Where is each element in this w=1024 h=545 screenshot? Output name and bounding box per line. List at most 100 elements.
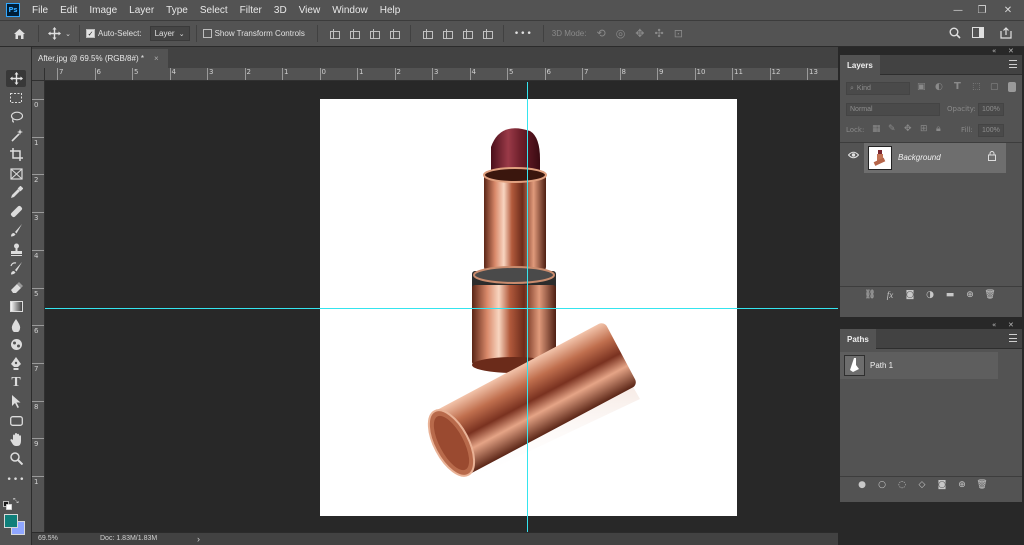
layer-name[interactable]: Background bbox=[898, 153, 941, 162]
3d-pan-icon[interactable]: ✥ bbox=[635, 27, 644, 40]
auto-select-checkbox[interactable]: ✓ bbox=[86, 29, 95, 38]
layer-filter-kind[interactable]: ⌕ Kind bbox=[846, 82, 910, 95]
eraser-tool-icon[interactable] bbox=[6, 279, 26, 296]
menu-file[interactable]: File bbox=[26, 5, 54, 16]
fill-path-icon[interactable]: ● bbox=[852, 480, 872, 490]
share-icon[interactable] bbox=[1000, 27, 1012, 39]
path-row[interactable]: Path 1 bbox=[840, 352, 998, 379]
menu-select[interactable]: Select bbox=[194, 5, 234, 16]
blend-mode-dropdown[interactable]: Normal bbox=[846, 103, 940, 116]
filter-smart-object-icon[interactable]: ▢ bbox=[990, 82, 999, 92]
type-tool-icon[interactable]: T bbox=[6, 374, 26, 391]
zoom-tool-icon[interactable] bbox=[6, 450, 26, 467]
hand-tool-icon[interactable] bbox=[6, 431, 26, 448]
clone-stamp-tool-icon[interactable] bbox=[6, 241, 26, 258]
horizontal-guide[interactable] bbox=[45, 308, 838, 309]
edit-toolbar-icon[interactable]: ••• bbox=[6, 471, 26, 488]
search-icon[interactable] bbox=[949, 27, 961, 39]
close-icon[interactable]: × bbox=[154, 54, 159, 63]
collapse-panels-icon[interactable]: « bbox=[992, 321, 996, 329]
tab-layers[interactable]: Layers bbox=[840, 55, 880, 75]
swap-colors-icon[interactable]: ⤡ bbox=[13, 497, 19, 506]
filter-pixel-icon[interactable]: ▣ bbox=[917, 82, 926, 92]
blur-tool-icon[interactable] bbox=[6, 317, 26, 334]
close-panel-group-icon[interactable]: ✕ bbox=[1008, 321, 1014, 329]
align-vertical-center-icon[interactable] bbox=[442, 28, 453, 39]
lock-position-icon[interactable]: ✥ bbox=[904, 124, 912, 134]
vertical-ruler[interactable]: 0 1 2 3 4 5 6 7 8 9 1 bbox=[32, 81, 45, 532]
3d-roll-icon[interactable]: ◎ bbox=[616, 27, 626, 40]
menu-filter[interactable]: Filter bbox=[234, 5, 268, 16]
opacity-input[interactable]: 100% bbox=[978, 103, 1004, 116]
panel-menu-icon[interactable] bbox=[1009, 334, 1017, 342]
delete-path-icon[interactable]: 🗑︎ bbox=[972, 480, 992, 490]
minimize-button[interactable]: — bbox=[946, 0, 970, 20]
filter-type-icon[interactable]: T bbox=[954, 81, 961, 92]
fill-input[interactable]: 100% bbox=[978, 124, 1004, 137]
auto-select-target-dropdown[interactable]: Layer ⌄ bbox=[149, 26, 190, 41]
document-tab[interactable]: After.jpg @ 69.5% (RGB/8#) * × bbox=[32, 49, 168, 68]
foreground-color-swatch[interactable] bbox=[4, 514, 18, 528]
menu-image[interactable]: Image bbox=[83, 5, 123, 16]
lock-transparency-icon[interactable]: ▦ bbox=[872, 124, 881, 134]
close-panel-group-icon[interactable]: ✕ bbox=[1008, 47, 1014, 55]
layer-style-icon[interactable]: fx bbox=[880, 290, 900, 300]
rectangle-tool-icon[interactable] bbox=[6, 412, 26, 429]
move-tool-preset-icon[interactable] bbox=[45, 27, 63, 40]
add-mask-icon[interactable]: ◙ bbox=[932, 480, 952, 490]
lock-all-icon[interactable]: 🔒︎ bbox=[936, 124, 941, 134]
menu-type[interactable]: Type bbox=[160, 5, 194, 16]
align-top-icon[interactable] bbox=[422, 28, 433, 39]
canvas-area[interactable] bbox=[45, 82, 838, 532]
menu-3d[interactable]: 3D bbox=[268, 5, 293, 16]
default-colors-icon[interactable] bbox=[3, 501, 12, 510]
new-group-icon[interactable]: ▬ bbox=[940, 290, 960, 300]
menu-view[interactable]: View bbox=[293, 5, 327, 16]
status-menu-arrow[interactable]: › bbox=[197, 534, 200, 544]
zoom-level[interactable]: 69.5% bbox=[38, 535, 58, 542]
gradient-tool-icon[interactable] bbox=[6, 298, 26, 315]
lock-pixels-icon[interactable]: ✎ bbox=[888, 124, 896, 134]
make-work-path-icon[interactable]: ◇ bbox=[912, 480, 932, 490]
home-icon[interactable] bbox=[6, 28, 32, 40]
chevron-down-icon[interactable]: ⌄ bbox=[63, 30, 73, 38]
horizontal-ruler[interactable]: 7 6 5 4 3 2 1 0 1 2 3 4 5 6 7 8 9 10 11 12 13 bbox=[45, 68, 838, 81]
distribute-horizontal-icon[interactable] bbox=[389, 28, 400, 39]
link-layers-icon[interactable]: ⛓ bbox=[860, 290, 880, 300]
add-mask-icon[interactable]: ◙ bbox=[900, 290, 920, 300]
adjustment-layer-icon[interactable]: ◑ bbox=[920, 290, 940, 300]
path-selection-tool-icon[interactable] bbox=[6, 393, 26, 410]
new-path-icon[interactable]: ⊕ bbox=[952, 480, 972, 490]
more-options-button[interactable]: ••• bbox=[514, 29, 533, 39]
magic-wand-tool-icon[interactable] bbox=[6, 127, 26, 144]
distribute-vertical-icon[interactable] bbox=[482, 28, 493, 39]
move-tool-icon[interactable] bbox=[6, 70, 26, 87]
crop-tool-icon[interactable] bbox=[6, 146, 26, 163]
3d-scale-icon[interactable]: ⊡ bbox=[674, 27, 683, 40]
pen-tool-icon[interactable] bbox=[6, 355, 26, 372]
collapse-panels-icon[interactable]: « bbox=[992, 47, 996, 55]
new-layer-icon[interactable]: ⊕ bbox=[960, 290, 980, 300]
tab-paths[interactable]: Paths bbox=[840, 329, 876, 349]
lasso-tool-icon[interactable] bbox=[6, 108, 26, 125]
align-right-icon[interactable] bbox=[369, 28, 380, 39]
menu-layer[interactable]: Layer bbox=[123, 5, 160, 16]
close-window-button[interactable]: ✕ bbox=[996, 0, 1020, 20]
menu-window[interactable]: Window bbox=[326, 5, 374, 16]
ruler-origin[interactable] bbox=[32, 68, 45, 81]
path-name[interactable]: Path 1 bbox=[870, 361, 893, 370]
align-left-icon[interactable] bbox=[329, 28, 340, 39]
panel-menu-icon[interactable] bbox=[1009, 60, 1017, 68]
marquee-tool-icon[interactable] bbox=[6, 89, 26, 106]
brush-tool-icon[interactable] bbox=[6, 222, 26, 239]
menu-edit[interactable]: Edit bbox=[54, 5, 83, 16]
vertical-guide[interactable] bbox=[527, 82, 528, 532]
healing-brush-tool-icon[interactable] bbox=[6, 203, 26, 220]
eyedropper-tool-icon[interactable] bbox=[6, 184, 26, 201]
frame-tool-icon[interactable] bbox=[6, 165, 26, 182]
delete-layer-icon[interactable]: 🗑︎ bbox=[980, 290, 1000, 300]
filter-shape-icon[interactable]: ⬚ bbox=[972, 82, 981, 92]
3d-slide-icon[interactable]: ✣ bbox=[655, 27, 664, 40]
align-horizontal-center-icon[interactable] bbox=[349, 28, 360, 39]
align-bottom-icon[interactable] bbox=[462, 28, 473, 39]
